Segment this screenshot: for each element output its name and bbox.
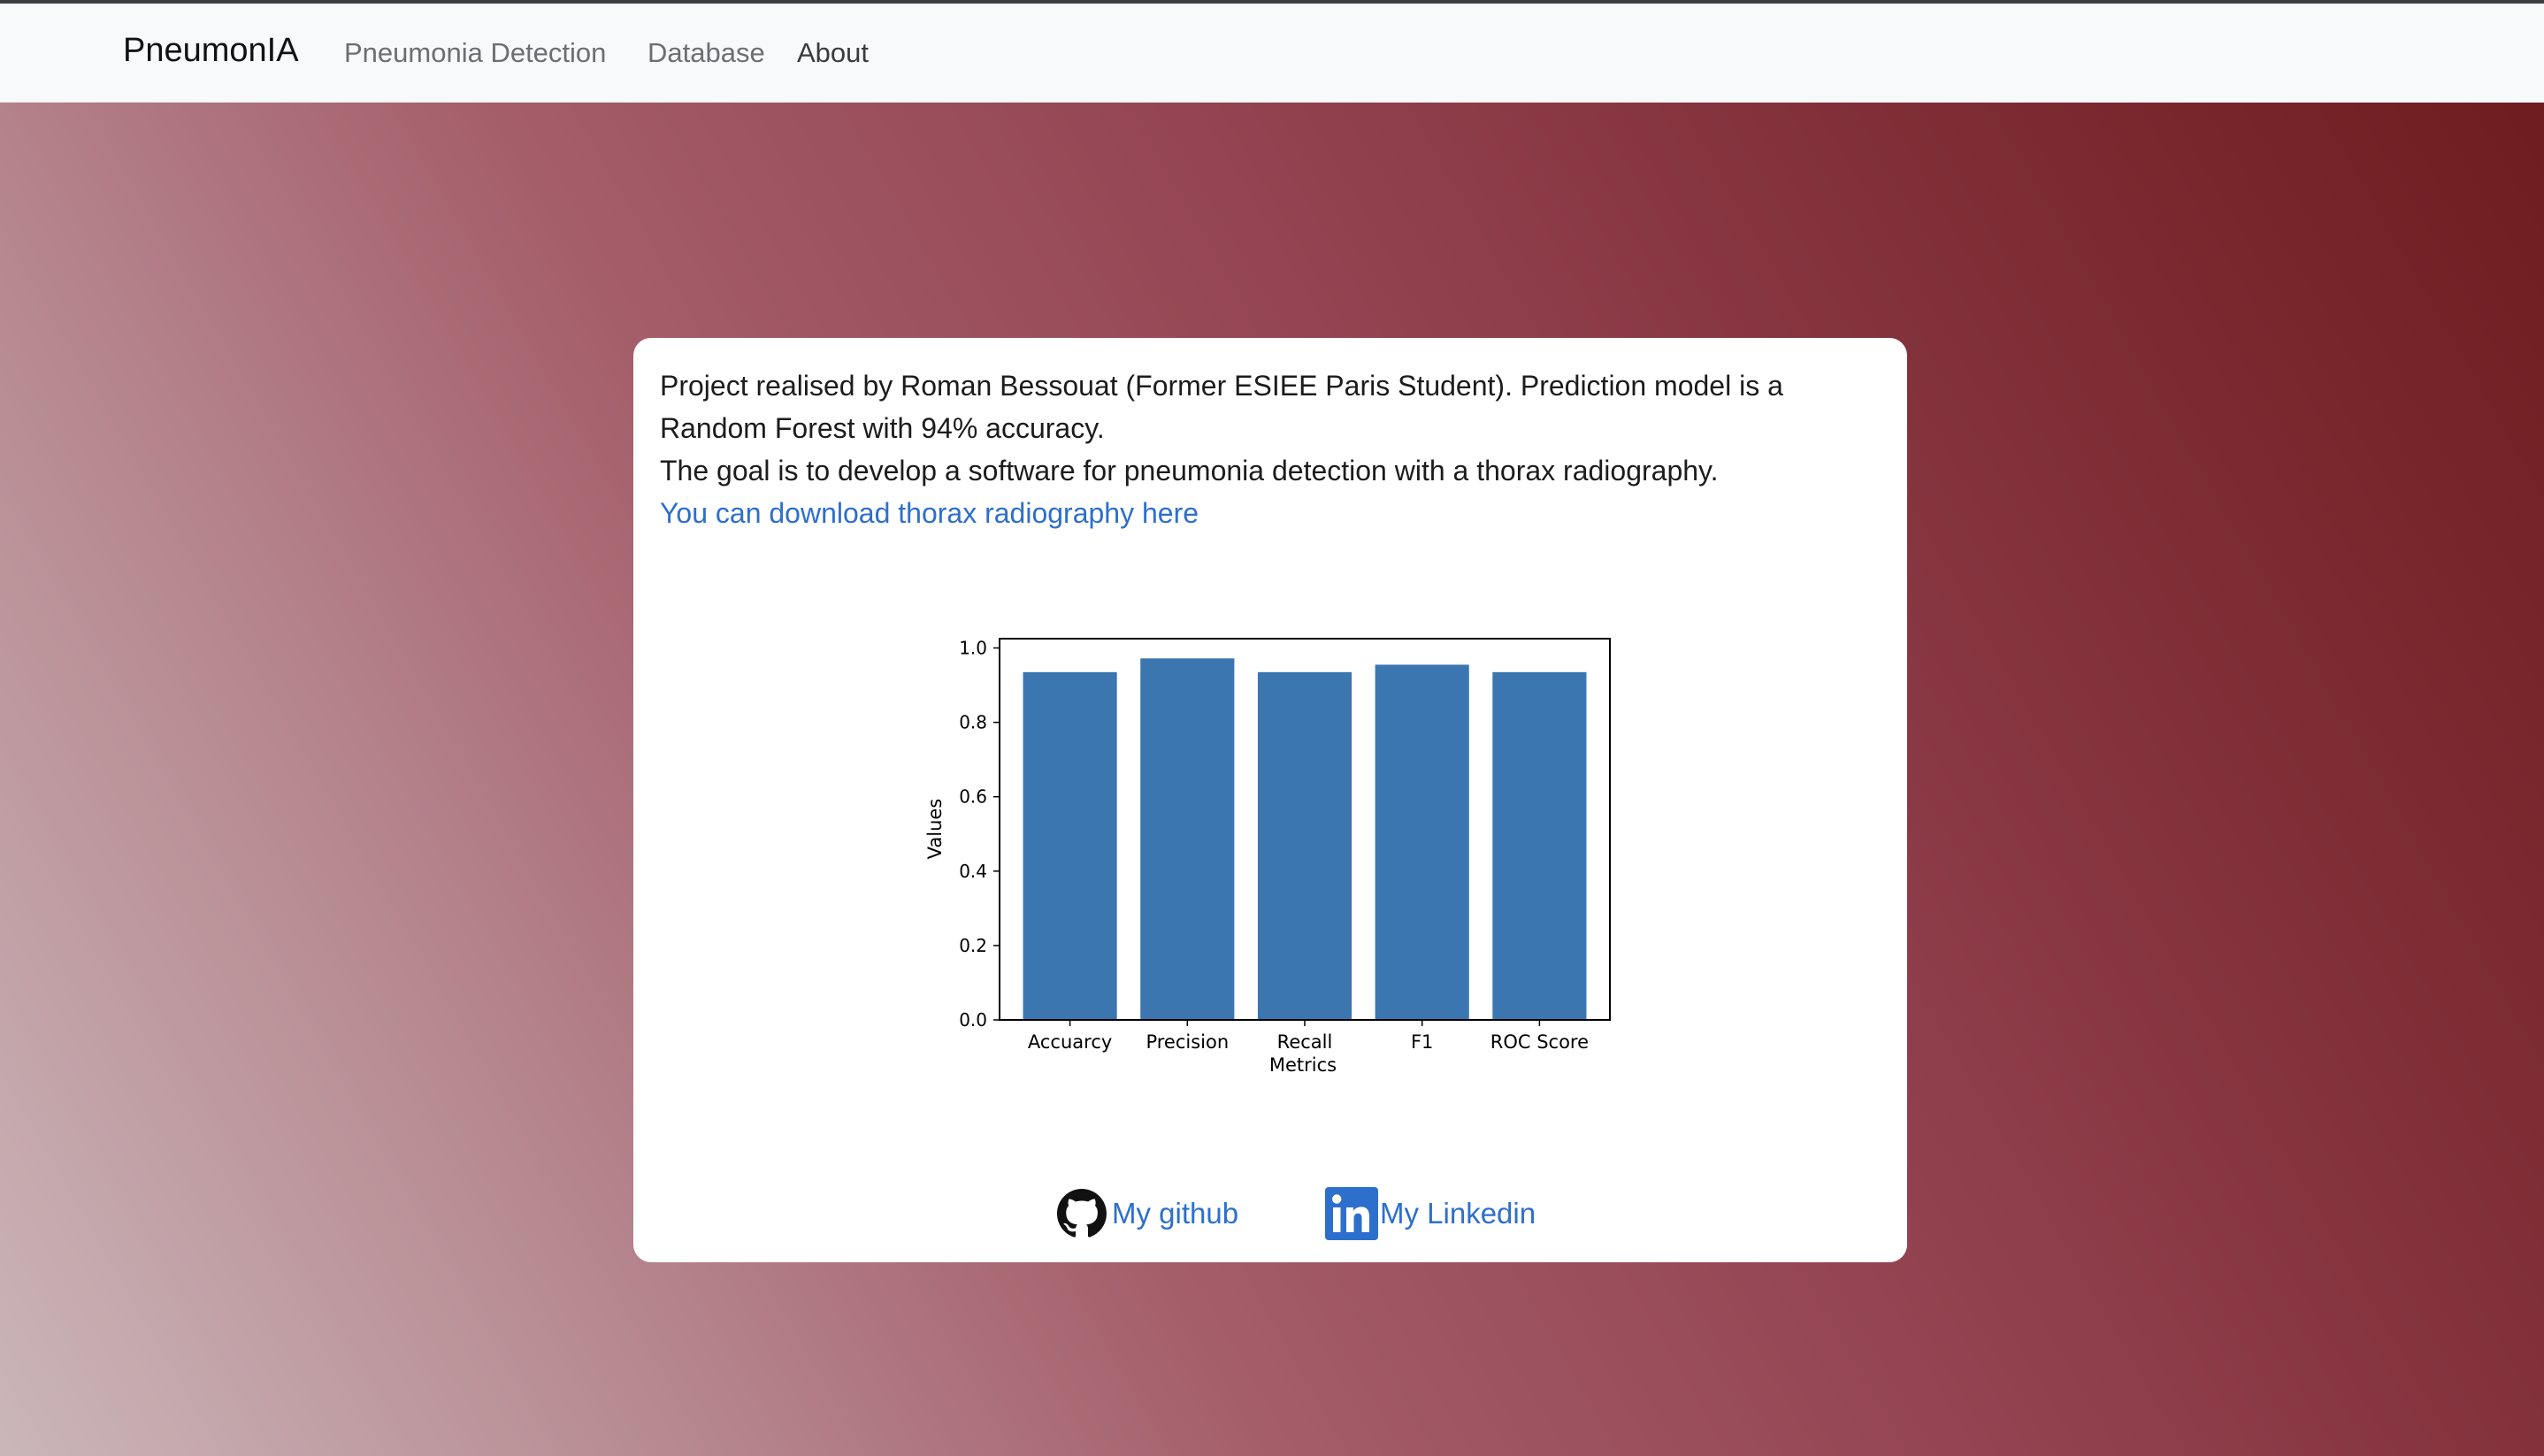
y-axis-label: Values <box>924 799 946 860</box>
x-tick-label-0: Accuarcy <box>1028 1031 1112 1053</box>
linkedin-icon <box>1325 1187 1378 1240</box>
x-tick-label-4: ROC Score <box>1490 1031 1589 1053</box>
nav-link-database[interactable]: Database <box>647 37 765 69</box>
brand-logo[interactable]: PneumonIA <box>123 32 299 70</box>
y-tick-label-2: 0.4 <box>959 861 987 882</box>
linkedin-link[interactable]: My Linkedin <box>1325 1187 1536 1240</box>
github-label: My github <box>1112 1197 1239 1230</box>
x-tick-label-3: F1 <box>1411 1031 1433 1053</box>
y-tick-label-1: 0.2 <box>959 935 987 956</box>
y-tick-label-0: 0.0 <box>959 1009 987 1031</box>
x-tick-label-2: Recall <box>1277 1031 1333 1053</box>
nav-link-about[interactable]: About <box>797 37 869 69</box>
bar-4 <box>1492 671 1587 1020</box>
bar-0 <box>1023 671 1117 1020</box>
bar-2 <box>1257 671 1352 1020</box>
github-link[interactable]: My github <box>1057 1187 1238 1240</box>
about-card: Project realised by Roman Bessouat (Form… <box>633 338 1907 1262</box>
x-axis-label: Metrics <box>1269 1054 1337 1076</box>
x-tick-label-1: Precision <box>1146 1031 1229 1053</box>
metrics-bar-chart: 0.0 0.2 0.4 0.6 0.8 1.0 Accuarcy Precision Reca… <box>924 638 1611 1076</box>
linkedin-label: My Linkedin <box>1380 1197 1536 1230</box>
y-tick-label-4: 0.8 <box>959 712 987 733</box>
navbar: PneumonIA Pneumonia Detection Database A… <box>0 4 2544 103</box>
bar-3 <box>1375 664 1469 1020</box>
bar-1 <box>1140 658 1235 1020</box>
github-icon <box>1057 1189 1107 1238</box>
nav-link-pneumonia-detection[interactable]: Pneumonia Detection <box>344 37 606 69</box>
y-tick-label-5: 1.0 <box>959 638 987 659</box>
y-tick-label-3: 0.6 <box>959 786 987 808</box>
